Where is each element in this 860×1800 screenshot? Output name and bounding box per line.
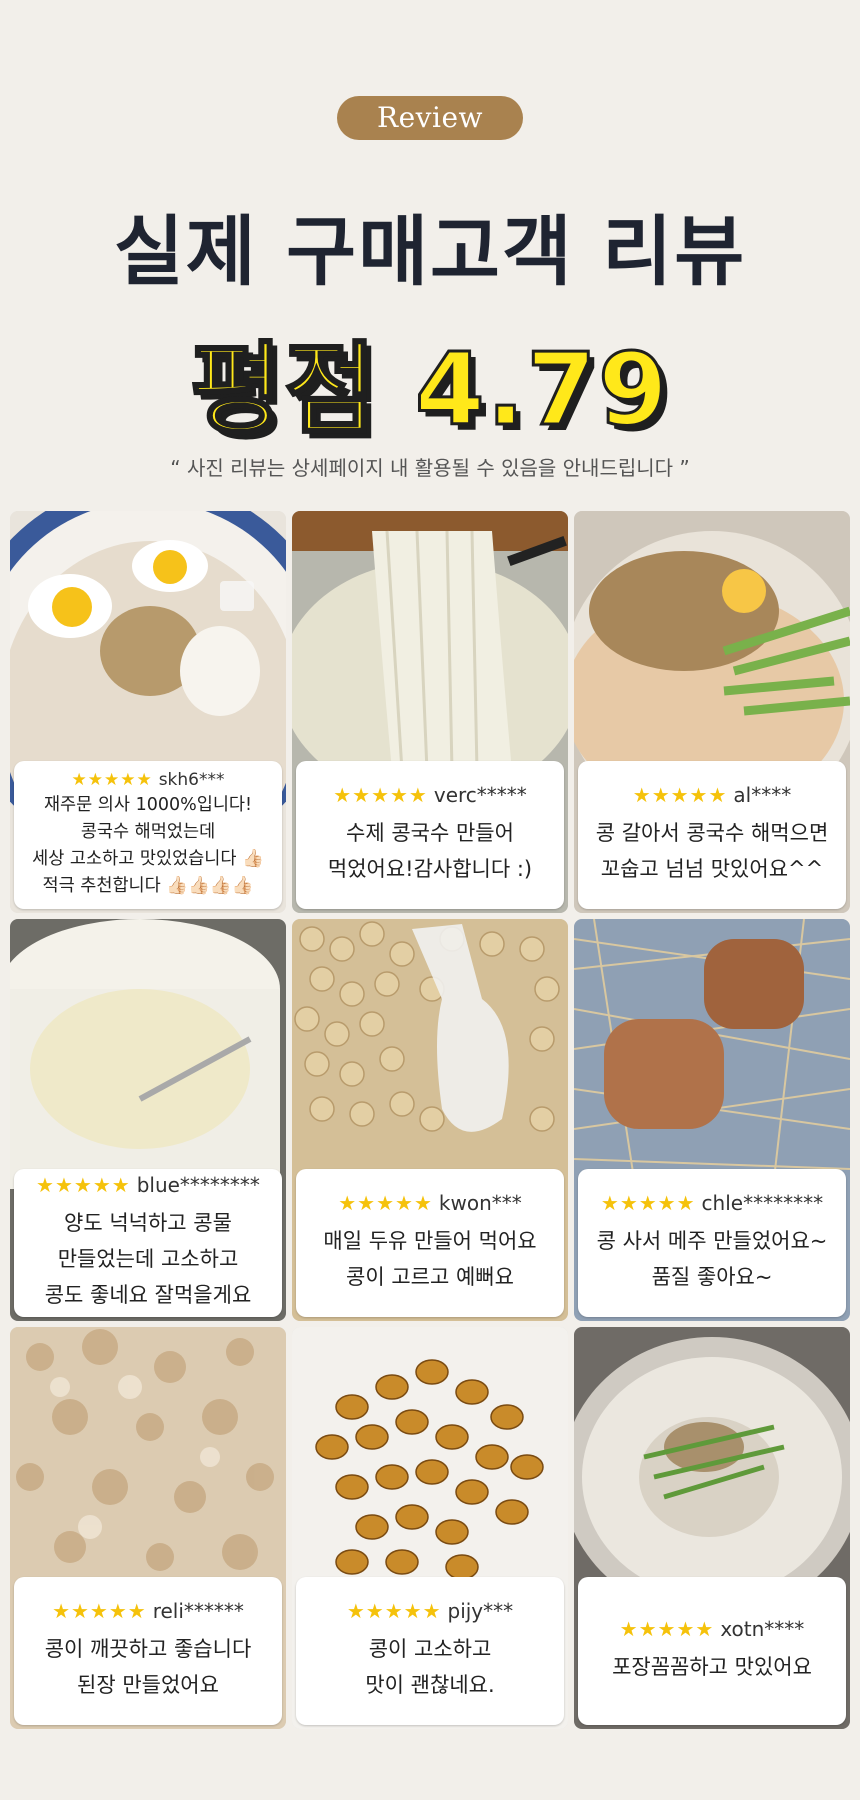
star-rating-icon: ★★★★★	[338, 1191, 433, 1215]
review-text-line: 포장꼼꼼하고 맛있어요	[612, 1655, 812, 1679]
review-text-line: 콩 갈아서 콩국수 해먹으면	[595, 821, 829, 845]
review-text-line: 양도 넉넉하고 콩물	[64, 1211, 232, 1235]
review-text-line: 콩이 고르고 예뻐요	[346, 1265, 514, 1289]
review-text-line: 품질 좋아요~	[651, 1265, 773, 1289]
review-text-line: 세상 고소하고 맛있었습니다 👍🏻	[32, 849, 264, 869]
review-box: ★★★★★ kwon*** 매일 두유 만들어 먹어요 콩이 고르고 예뻐요	[296, 1169, 564, 1317]
star-rating-icon: ★★★★★	[632, 783, 728, 807]
review-card[interactable]: ★★★★★ chle******** 콩 사서 메주 만들었어요~ 품질 좋아요~	[574, 919, 850, 1321]
star-rating-icon: ★★★★★	[36, 1173, 131, 1197]
reviewer-id: chle********	[701, 1191, 824, 1215]
review-text-line: 맛이 괜찮네요.	[365, 1673, 495, 1697]
review-card[interactable]: ★★★★★ al**** 콩 갈아서 콩국수 해먹으면 꼬숩고 넘넘 맛있어요^^	[574, 511, 850, 913]
page-title: 실제 구매고객 리뷰	[113, 207, 747, 296]
star-rating-icon: ★★★★★	[600, 1191, 696, 1215]
review-page: Review 실제 구매고객 리뷰 평점 4.79 “ 사진 리뷰는 상세페이지…	[0, 0, 860, 1800]
review-box: ★★★★★ reli****** 콩이 깨끗하고 좋습니다 된장 만들었어요	[14, 1577, 282, 1725]
review-card[interactable]: ★★★★★ blue******** 양도 넉넉하고 콩물 만들었는데 고소하고 …	[10, 919, 286, 1321]
photo-usage-notice: “ 사진 리뷰는 상세페이지 내 활용될 수 있음을 안내드립니다 ”	[170, 456, 690, 480]
reviewer-id: blue********	[136, 1173, 260, 1197]
review-text-line: 만들었는데 고소하고	[57, 1247, 239, 1271]
review-card[interactable]: ★★★★★ kwon*** 매일 두유 만들어 먹어요 콩이 고르고 예뻐요	[292, 919, 568, 1321]
star-rating-icon: ★★★★★	[71, 770, 153, 790]
reviewer-id: kwon***	[438, 1191, 522, 1215]
review-card[interactable]: ★★★★★ verc***** 수제 콩국수 만들어 먹었어요!감사합니다 :)	[292, 511, 568, 913]
review-text-line: 매일 두유 만들어 먹어요	[323, 1229, 537, 1253]
review-text-line: 된장 만들었어요	[77, 1673, 219, 1697]
review-text-line: 콩이 고소하고	[368, 1637, 492, 1661]
review-card[interactable]: ★★★★★ reli****** 콩이 깨끗하고 좋습니다 된장 만들었어요	[10, 1327, 286, 1729]
review-text-line: 수제 콩국수 만들어	[346, 821, 514, 845]
reviewer-id: skh6***	[158, 770, 225, 790]
review-badge: Review	[337, 96, 523, 140]
review-box: ★★★★★ verc***** 수제 콩국수 만들어 먹었어요!감사합니다 :)	[296, 761, 564, 909]
review-box: ★★★★★ xotn**** 포장꼼꼼하고 맛있어요	[578, 1577, 846, 1725]
review-text-line: 콩국수 해먹었는데	[80, 822, 216, 842]
review-card[interactable]: ★★★★★ xotn**** 포장꼼꼼하고 맛있어요	[574, 1327, 850, 1729]
review-box: ★★★★★ chle******** 콩 사서 메주 만들었어요~ 품질 좋아요~	[578, 1169, 846, 1317]
rating-score: 평점 4.79	[189, 330, 670, 450]
review-box: ★★★★★ blue******** 양도 넉넉하고 콩물 만들었는데 고소하고 …	[14, 1169, 282, 1317]
review-text-line: 꼬숩고 넘넘 맛있어요^^	[600, 857, 824, 881]
review-text-line: 적극 추천합니다 👍🏻👍🏻👍🏻👍🏻	[42, 876, 254, 896]
review-card[interactable]: ★★★★★ pijy*** 콩이 고소하고 맛이 괜찮네요.	[292, 1327, 568, 1729]
review-text-line: 먹었어요!감사합니다 :)	[327, 857, 533, 881]
reviewer-id: xotn****	[720, 1617, 805, 1641]
reviewer-id: reli******	[152, 1599, 244, 1623]
review-text-line: 재주문 의사 1000%입니다!	[43, 795, 253, 815]
star-rating-icon: ★★★★★	[346, 1599, 442, 1623]
star-rating-icon: ★★★★★	[619, 1617, 715, 1641]
review-box: ★★★★★ pijy*** 콩이 고소하고 맛이 괜찮네요.	[296, 1577, 564, 1725]
review-text-line: 콩 사서 메주 만들었어요~	[596, 1229, 828, 1253]
review-box: ★★★★★ al**** 콩 갈아서 콩국수 해먹으면 꼬숩고 넘넘 맛있어요^^	[578, 761, 846, 909]
review-card[interactable]: ★★★★★ skh6*** 재주문 의사 1000%입니다! 콩국수 해먹었는데 …	[10, 511, 286, 913]
star-rating-icon: ★★★★★	[333, 783, 428, 807]
reviewer-id: verc*****	[433, 783, 527, 807]
review-text-line: 콩이 깨끗하고 좋습니다	[44, 1637, 252, 1661]
reviewer-id: pijy***	[447, 1599, 514, 1623]
reviewer-id: al****	[733, 783, 792, 807]
star-rating-icon: ★★★★★	[52, 1599, 147, 1623]
review-box: ★★★★★ skh6*** 재주문 의사 1000%입니다! 콩국수 해먹었는데 …	[14, 761, 282, 909]
review-text-line: 콩도 좋네요 잘먹을게요	[44, 1283, 252, 1307]
